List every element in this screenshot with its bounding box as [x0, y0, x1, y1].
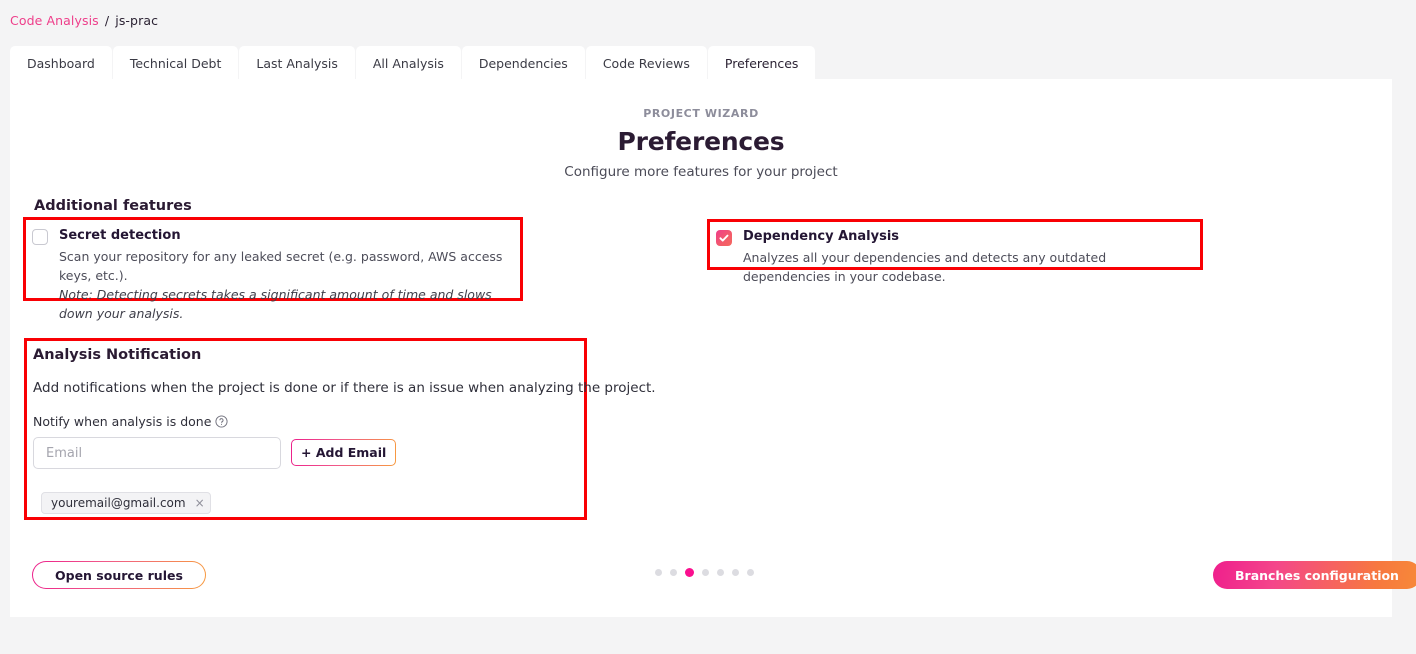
pagination-dot-4[interactable]: [701, 569, 709, 576]
email-input[interactable]: [33, 437, 281, 469]
feature-secret-detection-description: Scan your repository for any leaked secr…: [59, 249, 503, 283]
question-circle-icon[interactable]: [215, 415, 228, 428]
tab-bar: Dashboard Technical Debt Last Analysis A…: [0, 46, 1416, 80]
page-subtitle: Configure more features for your project: [564, 164, 838, 180]
tab-preferences[interactable]: Preferences: [707, 46, 816, 80]
additional-features-heading: Additional features: [34, 198, 192, 214]
tab-technical-debt[interactable]: Technical Debt: [112, 46, 239, 80]
page-title: Preferences: [617, 127, 785, 156]
tab-list: Dashboard Technical Debt Last Analysis A…: [10, 46, 816, 80]
tab-all-analysis[interactable]: All Analysis: [355, 46, 461, 80]
email-chip-label: youremail@gmail.com: [51, 496, 186, 510]
checkbox-unchecked-icon[interactable]: [32, 229, 48, 245]
feature-dependency-analysis-body: Dependency Analysis Analyzes all your de…: [743, 228, 1191, 286]
breadcrumb-separator: /: [104, 13, 110, 28]
notify-when-done-label: Notify when analysis is done: [33, 414, 228, 429]
breadcrumb-current-project: js-prac: [115, 13, 159, 28]
analysis-notification-heading: Analysis Notification: [33, 347, 202, 363]
pagination-dot-2[interactable]: [669, 569, 677, 576]
wizard-pagination: [10, 568, 1392, 577]
wizard-eyebrow: PROJECT WIZARD: [643, 107, 759, 120]
tab-last-analysis[interactable]: Last Analysis: [239, 46, 355, 80]
pagination-dot-3[interactable]: [684, 568, 694, 577]
tab-code-reviews[interactable]: Code Reviews: [585, 46, 707, 80]
feature-secret-detection-title: Secret detection: [59, 228, 181, 243]
tab-dashboard[interactable]: Dashboard: [10, 46, 112, 80]
email-chip: youremail@gmail.com ×: [41, 492, 211, 514]
pagination-dot-7[interactable]: [746, 569, 754, 576]
branches-configuration-button[interactable]: Branches configuration: [1213, 561, 1416, 589]
feature-secret-detection[interactable]: Secret detection Scan your repository fo…: [32, 227, 512, 323]
close-icon[interactable]: ×: [195, 497, 205, 509]
tab-dependencies[interactable]: Dependencies: [461, 46, 585, 80]
pagination-dot-6[interactable]: [731, 569, 739, 576]
feature-dependency-analysis-description: Analyzes all your dependencies and detec…: [743, 250, 1107, 284]
analysis-notification-description: Add notifications when the project is do…: [33, 380, 656, 396]
pagination-dot-5[interactable]: [716, 569, 724, 576]
feature-dependency-analysis-title: Dependency Analysis: [743, 229, 900, 244]
breadcrumb-link-code-analysis[interactable]: Code Analysis: [10, 13, 99, 28]
preferences-card: PROJECT WIZARD Preferences Configure mor…: [10, 79, 1416, 617]
notify-when-done-text: Notify when analysis is done: [33, 414, 212, 429]
feature-secret-detection-body: Secret detection Scan your repository fo…: [59, 227, 512, 323]
pagination-dot-1[interactable]: [654, 569, 662, 576]
feature-dependency-analysis[interactable]: Dependency Analysis Analyzes all your de…: [716, 228, 1191, 286]
add-email-button[interactable]: + Add Email: [291, 439, 396, 466]
checkbox-checked-icon[interactable]: [716, 230, 732, 246]
breadcrumb: Code Analysis / js-prac: [10, 13, 158, 29]
feature-secret-detection-note: Note: Detecting secrets takes a signific…: [59, 287, 492, 321]
